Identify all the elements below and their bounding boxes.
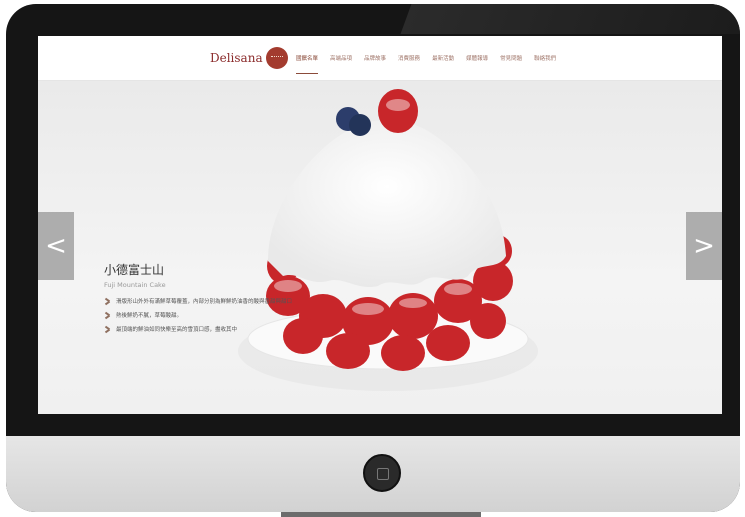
monitor-gloss xyxy=(400,4,740,34)
chevron-right-icon: > xyxy=(693,231,715,261)
prev-slide-button[interactable]: < xyxy=(38,212,74,280)
hero-subtitle: Fuji Mountain Cake xyxy=(104,281,166,289)
monitor-frame: Delisana 國饌名單 高端品項 品牌故事 消費服務 最新活動 媒體報導 常… xyxy=(6,4,740,512)
logo-text: Delisana xyxy=(210,51,263,65)
feature-item: 滑版形山外外有滿鮮草莓覆蓋，內部分別為鮮鮮奶油香的酸與香甜與甜口 xyxy=(104,297,292,305)
feature-item: 最頂端的鮮油如同快樂至高的雪頂口感，盡收其中 xyxy=(104,325,292,333)
chevron-left-icon: < xyxy=(45,231,67,261)
next-slide-button[interactable]: > xyxy=(686,212,722,280)
double-chevron-icon xyxy=(104,311,112,319)
logo-badge-icon xyxy=(265,47,288,69)
nav-item-story[interactable]: 品牌故事 xyxy=(364,54,386,74)
nav-item-faq[interactable]: 常見問題 xyxy=(500,54,522,74)
hero-slider: < > 小德富士山 Fuji Mountain Cake 滑版形山外外有滿鮮草莓… xyxy=(38,81,722,414)
nav-item-events[interactable]: 最新活動 xyxy=(432,54,454,74)
monitor-stand xyxy=(281,512,481,517)
feature-text: 最頂端的鮮油如同快樂至高的雪頂口感，盡收其中 xyxy=(116,327,238,333)
hero-title: 小德富士山 xyxy=(104,263,165,277)
cake-image xyxy=(238,89,538,391)
site-logo[interactable]: Delisana xyxy=(210,46,288,70)
double-chevron-icon xyxy=(104,297,112,305)
hero-caption: 小德富士山 Fuji Mountain Cake 滑版形山外外有滿鮮草莓覆蓋，內… xyxy=(104,261,292,339)
feature-list: 滑版形山外外有滿鮮草莓覆蓋，內部分別為鮮鮮奶油香的酸與香甜與甜口 熱後鮮奶不膩，… xyxy=(104,297,292,333)
feature-text: 滑版形山外外有滿鮮草莓覆蓋，內部分別為鮮鮮奶油香的酸與香甜與甜口 xyxy=(116,299,293,305)
main-nav: 國饌名單 高端品項 品牌故事 消費服務 最新活動 媒體報導 常見問題 聯絡我們 xyxy=(296,54,568,74)
feature-text: 熱後鮮奶不膩，草莓酸甜。 xyxy=(116,313,183,319)
nav-item-contact[interactable]: 聯絡我們 xyxy=(534,54,556,74)
nav-item-media[interactable]: 媒體報導 xyxy=(466,54,488,74)
nav-item-products[interactable]: 高端品項 xyxy=(330,54,352,74)
double-chevron-icon xyxy=(104,325,112,333)
top-navbar: Delisana 國饌名單 高端品項 品牌故事 消費服務 最新活動 媒體報導 常… xyxy=(38,36,722,81)
nav-item-service[interactable]: 消費服務 xyxy=(398,54,420,74)
square-icon xyxy=(377,468,389,480)
nav-item-menu[interactable]: 國饌名單 xyxy=(296,54,319,74)
home-button[interactable] xyxy=(363,454,401,492)
feature-item: 熱後鮮奶不膩，草莓酸甜。 xyxy=(104,311,292,319)
website-screen: Delisana 國饌名單 高端品項 品牌故事 消費服務 最新活動 媒體報導 常… xyxy=(38,36,722,414)
